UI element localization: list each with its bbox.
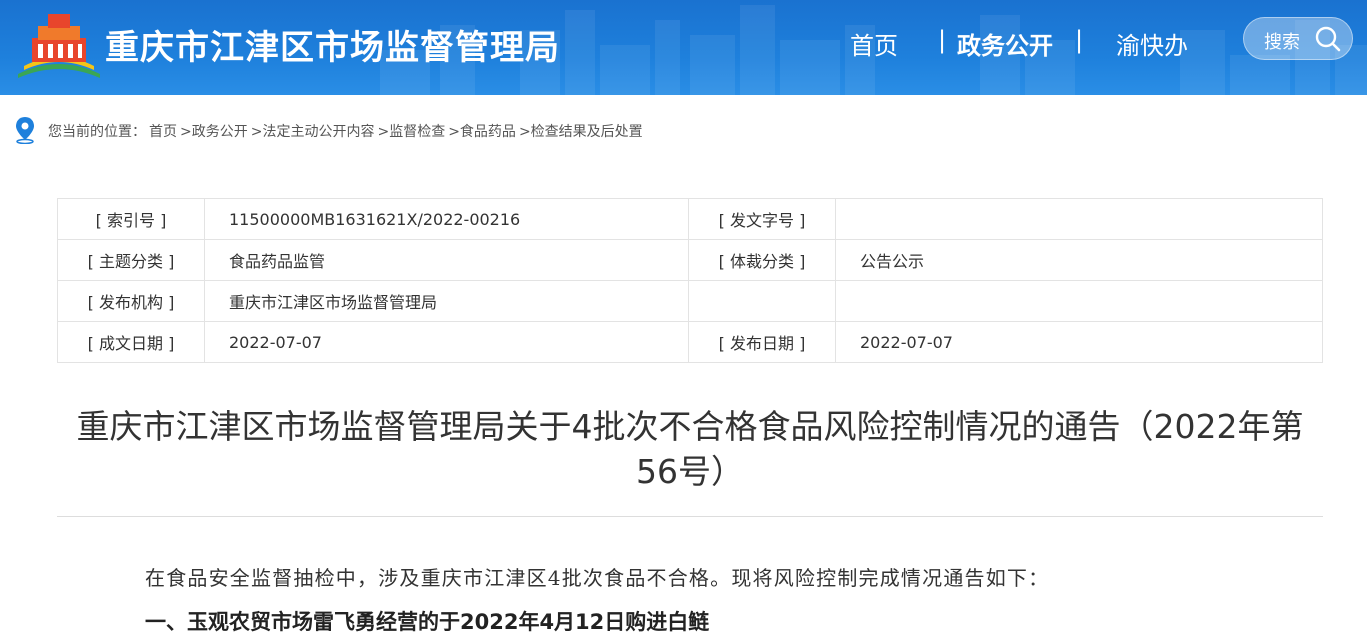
breadcrumb-item-food-drug[interactable]: >食品药品 bbox=[448, 124, 516, 140]
meta-key: [ 发布日期 ] bbox=[688, 321, 836, 363]
search-icon bbox=[1315, 26, 1341, 52]
location-pin-icon bbox=[16, 117, 34, 144]
title-divider bbox=[57, 516, 1323, 517]
breadcrumb-trail: 您当前的位置： 首页 >政务公开 >法定主动公开内容 >监督检查 >食品药品 >检查结果及后… bbox=[48, 121, 646, 141]
breadcrumb-item-results[interactable]: >检查结果及后处置 bbox=[519, 124, 643, 140]
breadcrumb-item-gov-affairs[interactable]: >政务公开 bbox=[180, 124, 248, 140]
section-heading: 一、玉观农贸市场雷飞勇经营的于2022年4月12日购进白鲢 bbox=[145, 610, 710, 634]
meta-key: [ 发文字号 ] bbox=[688, 198, 836, 240]
table-row: [ 成文日期 ] 2022-07-07 [ 发布日期 ] 2022-07-07 bbox=[57, 321, 1323, 363]
search-label: 搜索 bbox=[1264, 32, 1300, 53]
nav-home[interactable]: 首页 bbox=[850, 26, 898, 60]
breadcrumb-item-supervision[interactable]: >监督检查 bbox=[377, 124, 445, 140]
table-row: [ 索引号 ] 11500000MB1631621X/2022-00216 [ … bbox=[57, 198, 1323, 240]
breadcrumb-item-home[interactable]: 首页 bbox=[149, 124, 177, 140]
site-title[interactable]: 重庆市江津区市场监督管理局 bbox=[105, 20, 560, 69]
document-meta-table: [ 索引号 ] 11500000MB1631621X/2022-00216 [ … bbox=[57, 198, 1323, 363]
meta-value: 2022-07-07 bbox=[204, 321, 689, 363]
meta-key: [ 主题分类 ] bbox=[57, 239, 205, 281]
meta-key: [ 成文日期 ] bbox=[57, 321, 205, 363]
breadcrumb-item-statutory[interactable]: >法定主动公开内容 bbox=[251, 124, 375, 140]
table-row: [ 发布机构 ] 重庆市江津区市场监督管理局 bbox=[57, 280, 1323, 322]
meta-value bbox=[835, 280, 1323, 322]
meta-value: 食品药品监管 bbox=[204, 239, 689, 281]
logo-icon bbox=[18, 14, 100, 78]
meta-key: [ 索引号 ] bbox=[57, 198, 205, 240]
document-title: 重庆市江津区市场监督管理局关于4批次不合格食品风险控制情况的通告（2022年第 … bbox=[57, 404, 1323, 494]
meta-key bbox=[688, 280, 836, 322]
document-title-line1: 重庆市江津区市场监督管理局关于4批次不合格食品风险控制情况的通告（2022年第 bbox=[76, 407, 1304, 446]
site-header: 重庆市江津区市场监督管理局 首页 | 政务公开 | 渝快办 搜索 bbox=[0, 0, 1367, 95]
breadcrumb-prefix: 您当前的位置： bbox=[48, 124, 146, 140]
nav-gov-affairs[interactable]: 政务公开 bbox=[957, 26, 1053, 60]
meta-value: 重庆市江津区市场监督管理局 bbox=[204, 280, 689, 322]
meta-value: 公告公示 bbox=[835, 239, 1323, 281]
meta-value: 11500000MB1631621X/2022-00216 bbox=[204, 198, 689, 240]
intro-paragraph: 在食品安全监督抽检中，涉及重庆市江津区4批次食品不合格。现将风险控制完成情况通告… bbox=[145, 566, 1050, 590]
meta-key: [ 体裁分类 ] bbox=[688, 239, 836, 281]
nav-separator: | bbox=[938, 26, 947, 54]
document-title-line2: 56号） bbox=[636, 452, 744, 491]
nav-separator: | bbox=[1075, 26, 1084, 54]
meta-value bbox=[835, 198, 1323, 240]
meta-key: [ 发布机构 ] bbox=[57, 280, 205, 322]
table-row: [ 主题分类 ] 食品药品监管 [ 体裁分类 ] 公告公示 bbox=[57, 239, 1323, 281]
nav-yu-kuai-ban[interactable]: 渝快办 bbox=[1116, 26, 1188, 60]
meta-value: 2022-07-07 bbox=[835, 321, 1323, 363]
search-button[interactable]: 搜索 bbox=[1243, 17, 1353, 60]
